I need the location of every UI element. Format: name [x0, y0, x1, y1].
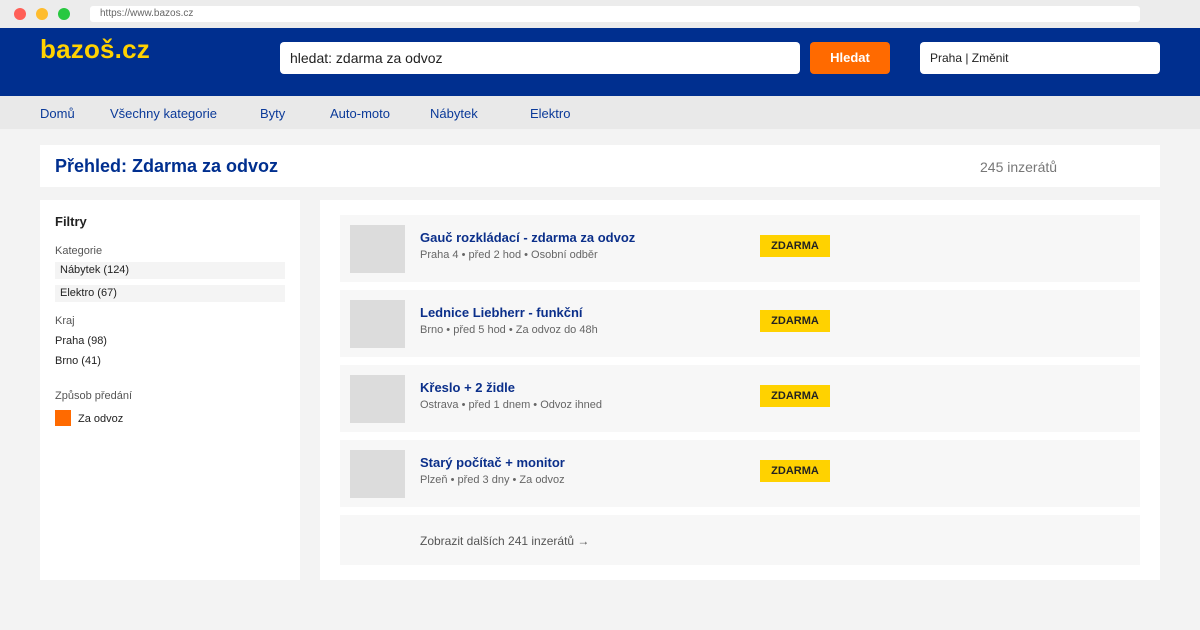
show-more-link[interactable]: Zobrazit dalších 241 inzerátů → — [420, 534, 589, 548]
free-badge: ZDARMA — [760, 460, 830, 482]
listing-thumbnail[interactable] — [350, 375, 405, 423]
free-badge: ZDARMA — [760, 310, 830, 332]
browser-chrome: https://www.bazos.cz — [0, 0, 1200, 28]
nav-item-electronics[interactable]: Elektro — [530, 106, 570, 121]
listing-meta: Ostrava • před 1 dnem • Odvoz ihned — [420, 399, 602, 411]
search-input[interactable] — [280, 42, 800, 74]
page-title: Přehled: Zdarma za odvoz — [55, 156, 279, 176]
site-logo[interactable]: bazoš.cz — [40, 34, 150, 65]
overview-header: Přehled: Zdarma za odvoz 245 inzerátů — [40, 145, 1160, 187]
nav-item-furniture[interactable]: Nábytek — [430, 106, 478, 121]
result-count: 245 inzerátů — [980, 159, 1058, 175]
filter-region-brno[interactable]: Brno (41) — [55, 355, 101, 367]
listing-thumbnail[interactable] — [350, 450, 405, 498]
address-bar[interactable]: https://www.bazos.cz — [90, 6, 1140, 22]
listing-title[interactable]: Gauč rozkládací - zdarma za odvoz — [420, 230, 635, 245]
nav-item-auto-moto[interactable]: Auto-moto — [330, 106, 390, 121]
nav-item-apartments[interactable]: Byty — [260, 106, 285, 121]
handover-checkbox[interactable] — [55, 410, 71, 426]
search-button[interactable]: Hledat — [810, 42, 890, 74]
listing-item[interactable]: Křeslo + 2 židle Ostrava • před 1 dnem •… — [340, 365, 1140, 432]
more-results-row: Zobrazit dalších 241 inzerátů → — [340, 515, 1140, 565]
site-header: bazoš.cz Hledat Praha | Změnit — [0, 28, 1200, 96]
listing-title[interactable]: Lednice Liebherr - funkční — [420, 305, 583, 320]
close-window-icon[interactable] — [14, 8, 26, 20]
free-badge: ZDARMA — [760, 385, 830, 407]
listing-thumbnail[interactable] — [350, 225, 405, 273]
listing-title[interactable]: Křeslo + 2 židle — [420, 380, 515, 395]
listing-meta: Praha 4 • před 2 hod • Osobní odběr — [420, 249, 598, 261]
free-badge: ZDARMA — [760, 235, 830, 257]
filter-region-praha[interactable]: Praha (98) — [55, 335, 107, 347]
filter-category-furniture[interactable]: Nábytek (124) — [55, 262, 285, 279]
category-label: Kategorie — [55, 245, 103, 257]
listings-panel: Gauč rozkládací - zdarma za odvoz Praha … — [320, 200, 1160, 580]
nav-item-home[interactable]: Domů — [40, 106, 75, 121]
filter-category-electronics[interactable]: Elektro (67) — [55, 285, 285, 302]
maximize-window-icon[interactable] — [58, 8, 70, 20]
listing-title[interactable]: Starý počítač + monitor — [420, 455, 565, 470]
region-label: Kraj — [55, 315, 75, 327]
listing-meta: Brno • před 5 hod • Za odvoz do 48h — [420, 324, 598, 336]
listing-meta: Plzeň • před 3 dny • Za odvoz — [420, 474, 565, 486]
listing-item[interactable]: Gauč rozkládací - zdarma za odvoz Praha … — [340, 215, 1140, 282]
listing-item[interactable]: Starý počítač + monitor Plzeň • před 3 d… — [340, 440, 1140, 507]
location-selector[interactable]: Praha | Změnit — [920, 42, 1160, 74]
listing-thumbnail[interactable] — [350, 300, 405, 348]
nav-item-all-categories[interactable]: Všechny kategorie — [110, 106, 217, 121]
filters-sidebar: Filtry Kategorie Nábytek (124) Elektro (… — [40, 200, 300, 580]
handover-label: Způsob předání — [55, 390, 133, 402]
handover-option-label[interactable]: Za odvoz — [78, 413, 123, 425]
minimize-window-icon[interactable] — [36, 8, 48, 20]
main-nav: Domů Všechny kategorie Byty Auto-moto Ná… — [0, 96, 1200, 129]
filters-title: Filtry — [55, 214, 87, 229]
listing-item[interactable]: Lednice Liebherr - funkční Brno • před 5… — [340, 290, 1140, 357]
